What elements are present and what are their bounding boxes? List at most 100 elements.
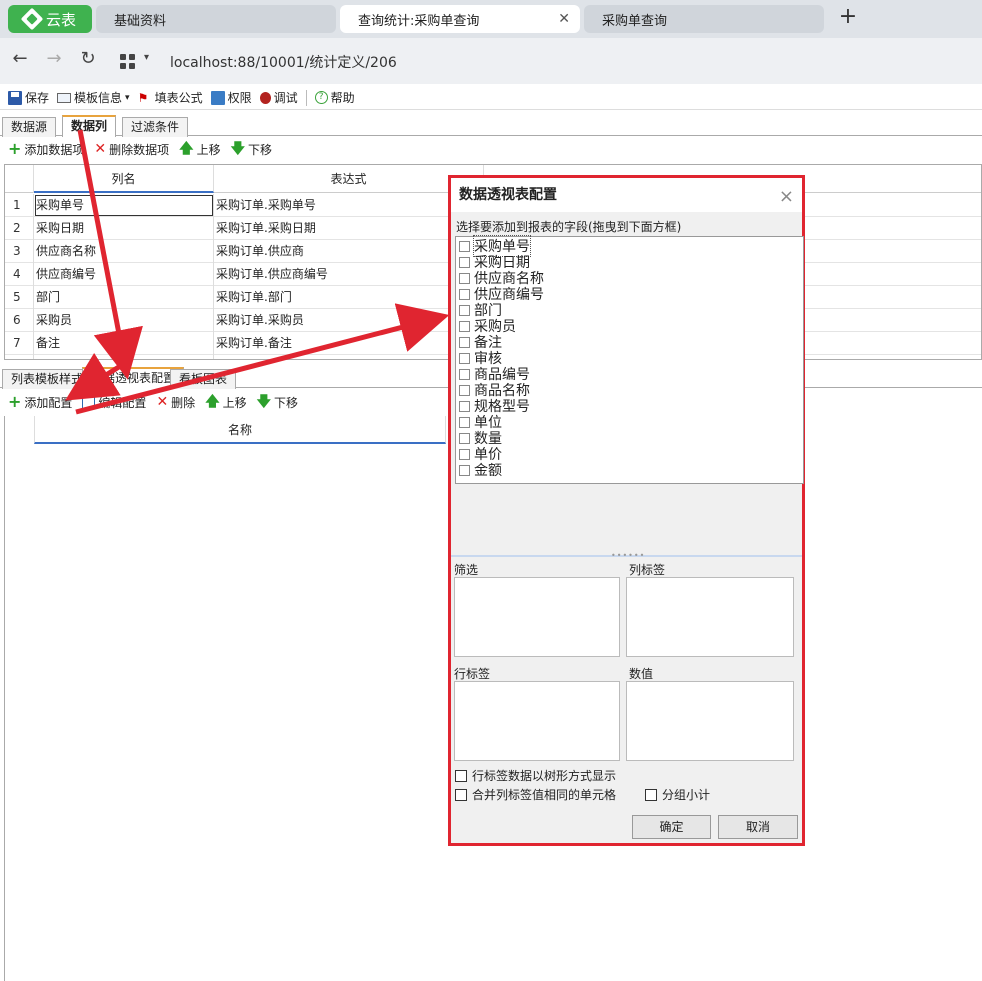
splitter-handle-icon[interactable]: •••••• <box>611 551 645 560</box>
close-icon[interactable]: × <box>779 180 794 214</box>
reload-icon[interactable]: ↻ <box>76 48 100 69</box>
formula-icon: ⚑ <box>137 90 149 105</box>
field-checkbox[interactable] <box>459 272 470 284</box>
row-number: 7 <box>5 332 34 355</box>
dialog-title: 数据透视表配置 <box>459 187 557 203</box>
cell-column-name[interactable]: 采购单号 <box>34 194 214 217</box>
field-checkbox[interactable] <box>459 464 470 476</box>
field-checkbox[interactable] <box>459 288 470 300</box>
merge-cells-option[interactable]: 合并列标签值相同的单元格 <box>455 786 616 803</box>
field-checkbox[interactable] <box>459 240 470 252</box>
field-checkbox[interactable] <box>459 320 470 332</box>
tab-list-template-style[interactable]: 列表模板样式 <box>2 369 93 389</box>
move-down-button[interactable]: 🡇 下移 <box>231 141 272 158</box>
field-checkbox[interactable] <box>459 304 470 316</box>
field-checkbox[interactable] <box>459 368 470 380</box>
browser-tab-label: 基础资料 <box>114 13 167 29</box>
debug-button[interactable]: 调试 <box>259 89 298 106</box>
tab-dashboard-chart[interactable]: 看板图表 <box>170 369 237 389</box>
group-subtotal-checkbox[interactable] <box>645 788 657 801</box>
fill-formula-button[interactable]: ⚑ 填表公式 <box>138 89 203 106</box>
add-config-button[interactable]: + 添加配置 <box>8 394 72 411</box>
cell-expression[interactable]: 采购订单.采购日期 <box>214 217 484 240</box>
field-checkbox[interactable] <box>459 400 470 412</box>
template-info-button[interactable]: 模板信息 ▾ <box>57 89 130 106</box>
delete-data-item-button[interactable]: ✕ 删除数据项 <box>94 141 169 158</box>
field-checkbox[interactable] <box>459 256 470 268</box>
cell-expression[interactable]: 采购订单.审核 <box>214 355 484 359</box>
template-icon <box>57 92 72 103</box>
row-label-drop-area[interactable] <box>454 681 620 761</box>
apps-dropdown-icon[interactable]: ▾ <box>144 52 149 63</box>
close-tab-icon[interactable]: ✕ <box>558 11 570 27</box>
tree-display-checkbox[interactable] <box>455 769 467 782</box>
cell-column-name[interactable]: 供应商名称 <box>34 240 214 263</box>
value-drop-area[interactable] <box>626 681 794 761</box>
field-checkbox[interactable] <box>459 448 470 460</box>
cell-column-name[interactable]: 部门 <box>34 286 214 309</box>
filter-label: 筛选 <box>454 563 479 577</box>
bug-icon <box>259 91 271 104</box>
column-header-name[interactable]: 列名 <box>34 165 214 193</box>
cell-column-name[interactable]: 采购员 <box>34 309 214 332</box>
list-item[interactable]: 金额 <box>459 462 502 479</box>
cell-column-name[interactable]: 审核 <box>34 355 214 359</box>
add-data-item-button[interactable]: + 添加数据项 <box>8 141 84 158</box>
tab-data-source[interactable]: 数据源 <box>2 117 57 137</box>
field-checkbox[interactable] <box>459 336 470 348</box>
cell-column-name[interactable]: 备注 <box>34 332 214 355</box>
permission-button[interactable]: 权限 <box>210 89 252 106</box>
row-number: 4 <box>5 263 34 286</box>
ok-button[interactable]: 确定 <box>632 815 711 839</box>
tab-data-columns[interactable]: 数据列 <box>62 115 117 137</box>
save-button[interactable]: 保存 <box>8 89 49 106</box>
top-tab-strip: 数据源 数据列 过滤条件 <box>0 114 982 137</box>
help-button[interactable]: ? 帮助 <box>314 89 355 106</box>
delete-icon: ✕ <box>156 394 169 410</box>
field-checkbox[interactable] <box>459 416 470 428</box>
tree-display-option[interactable]: 行标签数据以树形方式显示 <box>455 767 616 784</box>
address-bar: ← → ↻ ▾ localhost:88/10001/统计定义/206 <box>0 38 982 84</box>
back-icon[interactable]: ← <box>8 48 32 69</box>
tab-pivot-config[interactable]: 数据透视表配置 <box>82 367 185 389</box>
group-subtotal-option[interactable]: 分组小计 <box>645 786 710 803</box>
app-logo-icon <box>20 7 44 31</box>
cell-column-name[interactable]: 采购日期 <box>34 217 214 240</box>
cell-column-name[interactable]: 供应商编号 <box>34 263 214 286</box>
row-number-header <box>5 165 34 193</box>
delete-icon: ✕ <box>94 141 107 157</box>
move-up-button[interactable]: 🡅 上移 <box>179 141 220 158</box>
merge-cells-checkbox[interactable] <box>455 788 467 801</box>
move-up-button[interactable]: 🡅 上移 <box>205 394 246 411</box>
field-instruction: 选择要添加到报表的字段(拖曳到下面方框) <box>456 220 682 234</box>
field-checkbox[interactable] <box>459 432 470 444</box>
forward-icon[interactable]: → <box>42 48 66 69</box>
field-checkbox[interactable] <box>459 352 470 364</box>
field-checkbox[interactable] <box>459 384 470 396</box>
column-header-expression[interactable]: 表达式 <box>214 165 484 193</box>
delete-config-button[interactable]: ✕ 删除 <box>156 394 195 411</box>
edit-config-button[interactable]: 编辑配置 <box>82 394 146 411</box>
cell-expression[interactable]: 采购订单.部门 <box>214 286 484 309</box>
browser-tab-query-stats[interactable]: 查询统计:采购单查询 ✕ <box>340 5 580 33</box>
cell-expression[interactable]: 采购订单.供应商 <box>214 240 484 263</box>
cancel-button[interactable]: 取消 <box>718 815 798 839</box>
browser-tab-basic-data[interactable]: 基础资料 <box>96 5 336 33</box>
cell-expression[interactable]: 采购订单.供应商编号 <box>214 263 484 286</box>
apps-grid-icon[interactable] <box>120 54 136 70</box>
permission-icon <box>210 90 225 105</box>
new-tab-button[interactable]: + <box>836 4 860 29</box>
arrow-up-icon: 🡅 <box>179 141 194 157</box>
field-list[interactable]: 采购单号 采购日期 供应商名称 供应商编号 部门 采购员 备注 审核 商品编号 商品名称 规格型号单… <box>455 235 804 484</box>
cell-expression[interactable]: 采购订单.采购员 <box>214 309 484 332</box>
filter-drop-area[interactable] <box>454 577 620 657</box>
cell-expression[interactable]: 采购订单.备注 <box>214 332 484 355</box>
tab-filter-conditions[interactable]: 过滤条件 <box>122 117 189 137</box>
cell-expression[interactable]: 采购订单.采购单号 <box>214 194 484 217</box>
column-header-config-name[interactable]: 名称 <box>34 416 446 444</box>
browser-tab-purchase-query[interactable]: 采购单查询 <box>584 5 824 33</box>
url-field[interactable]: localhost:88/10001/统计定义/206 <box>170 52 397 72</box>
column-label-drop-area[interactable] <box>626 577 794 657</box>
app-logo-button[interactable]: 云表 <box>8 5 92 33</box>
move-down-button[interactable]: 🡇 下移 <box>257 394 298 411</box>
